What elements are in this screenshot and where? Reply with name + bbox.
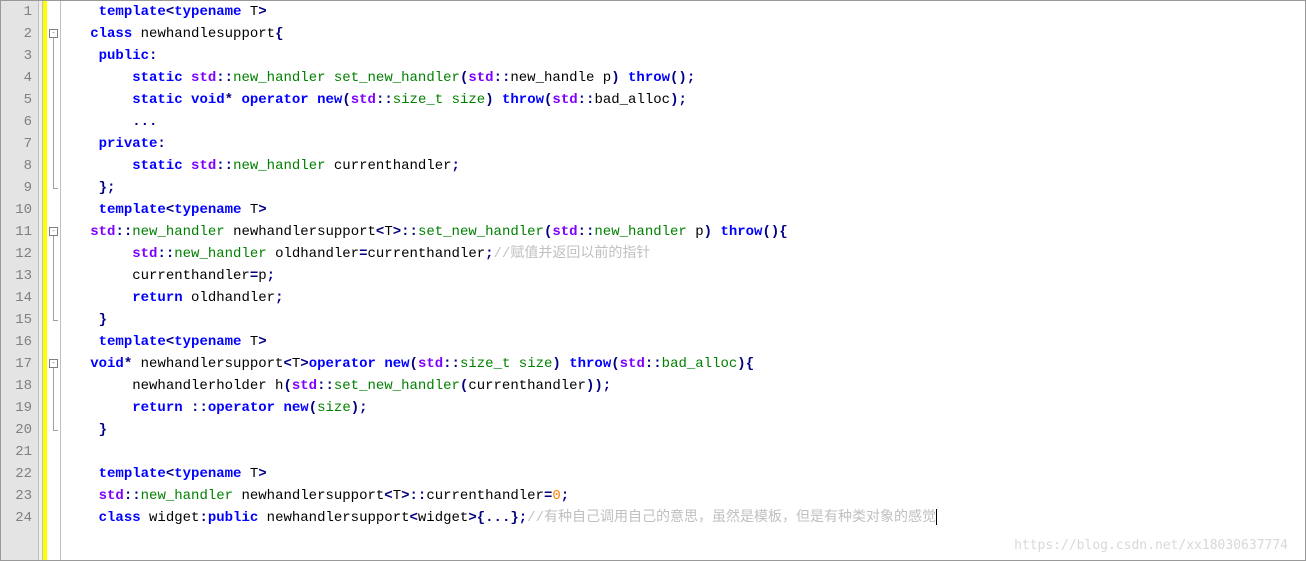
code-line[interactable]: static std::new_handler currenthandler;	[65, 155, 1305, 177]
code-line[interactable]: return oldhandler;	[65, 287, 1305, 309]
line-number: 2	[7, 23, 32, 45]
code-line[interactable]: class widget:public newhandlersupport<wi…	[65, 507, 1305, 529]
line-number: 18	[7, 375, 32, 397]
line-number: 15	[7, 309, 32, 331]
line-number: 19	[7, 397, 32, 419]
code-line[interactable]: public:	[65, 45, 1305, 67]
text-cursor	[936, 509, 937, 525]
line-number: 8	[7, 155, 32, 177]
code-line[interactable]: private:	[65, 133, 1305, 155]
code-line[interactable]: template<typename T>	[65, 463, 1305, 485]
code-area[interactable]: template<typename T> class newhandlesupp…	[61, 1, 1305, 560]
line-number: 4	[7, 67, 32, 89]
code-line[interactable]: template<typename T>	[65, 331, 1305, 353]
code-line[interactable]: template<typename T>	[65, 1, 1305, 23]
line-number: 24	[7, 507, 32, 529]
line-number: 7	[7, 133, 32, 155]
fold-toggle[interactable]: -	[49, 29, 58, 38]
line-number: 21	[7, 441, 32, 463]
code-line[interactable]: std::new_handler newhandlersupport<T>::s…	[65, 221, 1305, 243]
code-line[interactable]: }	[65, 419, 1305, 441]
code-line[interactable]	[65, 441, 1305, 463]
code-line[interactable]: std::new_handler newhandlersupport<T>::c…	[65, 485, 1305, 507]
line-number: 5	[7, 89, 32, 111]
code-line[interactable]: ...	[65, 111, 1305, 133]
line-number: 20	[7, 419, 32, 441]
code-line[interactable]: std::new_handler oldhandler=currenthandl…	[65, 243, 1305, 265]
line-number: 1	[7, 1, 32, 23]
code-line[interactable]: void* newhandlersupport<T>operator new(s…	[65, 353, 1305, 375]
line-number: 3	[7, 45, 32, 67]
watermark: https://blog.csdn.net/xx18030637774	[1014, 538, 1288, 553]
line-number: 17	[7, 353, 32, 375]
code-line[interactable]: template<typename T>	[65, 199, 1305, 221]
line-number: 6	[7, 111, 32, 133]
code-line[interactable]: static void* operator new(std::size_t si…	[65, 89, 1305, 111]
line-number: 10	[7, 199, 32, 221]
fold-column[interactable]: - - -	[47, 1, 61, 560]
line-gutter: 123456789101112131415161718192021222324	[1, 1, 39, 560]
line-number: 11	[7, 221, 32, 243]
code-line[interactable]: class newhandlesupport{	[65, 23, 1305, 45]
code-line[interactable]: }	[65, 309, 1305, 331]
line-number: 14	[7, 287, 32, 309]
line-number: 22	[7, 463, 32, 485]
line-number: 16	[7, 331, 32, 353]
code-line[interactable]: newhandlerholder h(std::set_new_handler(…	[65, 375, 1305, 397]
line-number: 9	[7, 177, 32, 199]
code-line[interactable]: static std::new_handler set_new_handler(…	[65, 67, 1305, 89]
line-number: 12	[7, 243, 32, 265]
line-number: 13	[7, 265, 32, 287]
code-editor: 123456789101112131415161718192021222324 …	[1, 1, 1305, 560]
fold-toggle[interactable]: -	[49, 227, 58, 236]
code-line[interactable]: currenthandler=p;	[65, 265, 1305, 287]
code-line[interactable]: };	[65, 177, 1305, 199]
fold-toggle[interactable]: -	[49, 359, 58, 368]
code-line[interactable]: return ::operator new(size);	[65, 397, 1305, 419]
line-number: 23	[7, 485, 32, 507]
